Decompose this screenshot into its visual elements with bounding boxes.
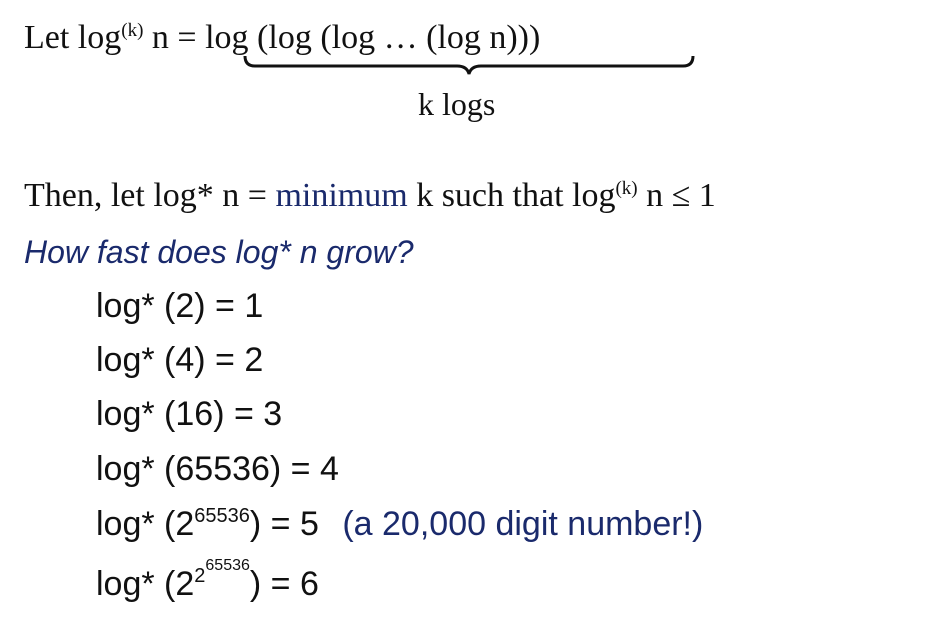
underbrace-icon — [243, 55, 695, 75]
then-prefix: Then, let log* n = — [24, 177, 276, 214]
then-suffix: n ≤ 1 — [637, 177, 716, 214]
example-5-prefix: log* (2 — [96, 505, 195, 543]
example-3: log* (16) = 3 — [96, 395, 283, 433]
example-1: log* (2) = 1 — [96, 287, 264, 325]
example-5-note: (a 20,000 digit number!) — [342, 505, 704, 543]
example-6-exponent: 265536 — [194, 557, 250, 587]
example-6-suffix: ) = 6 — [249, 565, 319, 603]
question: How fast does log* n grow? — [24, 234, 414, 270]
example-6-exponent-exponent: 65536 — [205, 557, 250, 574]
definition-after-sup: n = — [143, 19, 206, 56]
example-5-suffix: ) = 5 — [249, 505, 319, 543]
then-middle: k such that log — [407, 177, 616, 214]
brace-label: k logs — [418, 86, 496, 122]
then-highlight: minimum — [275, 177, 408, 214]
example-2: log* (4) = 2 — [96, 341, 264, 379]
definition-prefix: Let log — [24, 19, 122, 56]
example-6-prefix: log* (2 — [96, 565, 195, 603]
definition-superscript: (k) — [121, 20, 144, 41]
then-line: Then, let log* n = minimum k such that l… — [24, 176, 716, 221]
definition-expansion: log (log (log … (log n))) — [205, 19, 541, 56]
example-5-exponent: 65536 — [194, 505, 250, 527]
example-4: log* (65536) = 4 — [96, 450, 339, 488]
example-6: log* (2265536) = 6 — [96, 557, 319, 611]
example-5: log* (265536) = 5 (a 20,000 digit number… — [96, 504, 703, 549]
example-6-exponent-base: 2 — [194, 565, 206, 587]
then-superscript: (k) — [615, 178, 638, 199]
